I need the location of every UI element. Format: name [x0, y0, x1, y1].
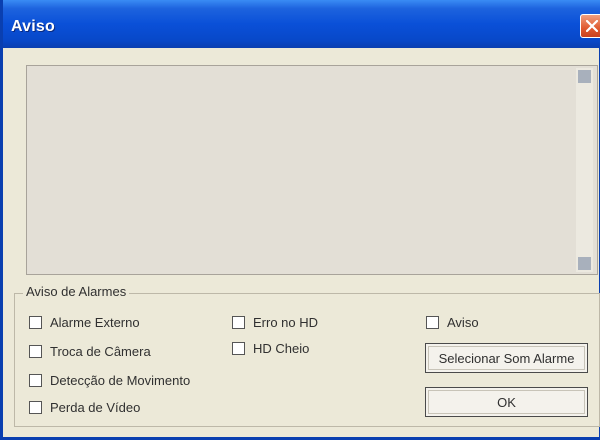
checkbox-label: Erro no HD	[253, 315, 319, 330]
scroll-down-button[interactable]	[578, 257, 591, 270]
checkbox-hd-cheio[interactable]: HD Cheio	[232, 341, 309, 356]
checkbox-label: HD Cheio	[253, 341, 310, 356]
checkbox-box[interactable]	[426, 316, 439, 329]
checkbox-deteccao-movimento[interactable]: Detecção de Movimento	[29, 373, 190, 388]
checkbox-label: Perda de Vídeo	[50, 400, 141, 415]
checkbox-box[interactable]	[29, 316, 42, 329]
close-icon	[586, 20, 598, 32]
title-bar[interactable]: Aviso	[3, 0, 600, 48]
checkbox-label: Aviso	[447, 315, 479, 330]
ok-button[interactable]: OK	[425, 387, 588, 417]
checkbox-troca-camera[interactable]: Troca de Câmera	[29, 344, 151, 359]
checkbox-label: Detecção de Movimento	[50, 373, 191, 388]
checkbox-alarme-externo[interactable]: Alarme Externo	[29, 315, 140, 330]
checkbox-box[interactable]	[232, 342, 245, 355]
close-button[interactable]	[580, 14, 600, 38]
checkbox-box[interactable]	[29, 345, 42, 358]
ok-label: OK	[497, 394, 516, 410]
checkbox-label: Alarme Externo	[50, 315, 140, 330]
alert-dialog: Aviso Aviso de Alarmes Alarme Externo Tr…	[0, 0, 600, 440]
checkbox-aviso[interactable]: Aviso	[426, 315, 479, 330]
checkbox-perda-video[interactable]: Perda de Vídeo	[29, 400, 140, 415]
scroll-up-button[interactable]	[578, 70, 591, 83]
checkbox-erro-hd[interactable]: Erro no HD	[232, 315, 318, 330]
vertical-scrollbar[interactable]	[576, 68, 593, 272]
checkbox-box[interactable]	[29, 401, 42, 414]
checkbox-label: Troca de Câmera	[50, 344, 151, 359]
groupbox-legend: Aviso de Alarmes	[23, 284, 130, 299]
checkbox-box[interactable]	[232, 316, 245, 329]
message-textarea[interactable]	[26, 65, 598, 275]
checkbox-box[interactable]	[29, 374, 42, 387]
window-title: Aviso	[11, 18, 55, 35]
select-alarm-sound-button[interactable]: Selecionar Som Alarme	[425, 343, 588, 373]
select-alarm-sound-label: Selecionar Som Alarme	[438, 350, 575, 366]
